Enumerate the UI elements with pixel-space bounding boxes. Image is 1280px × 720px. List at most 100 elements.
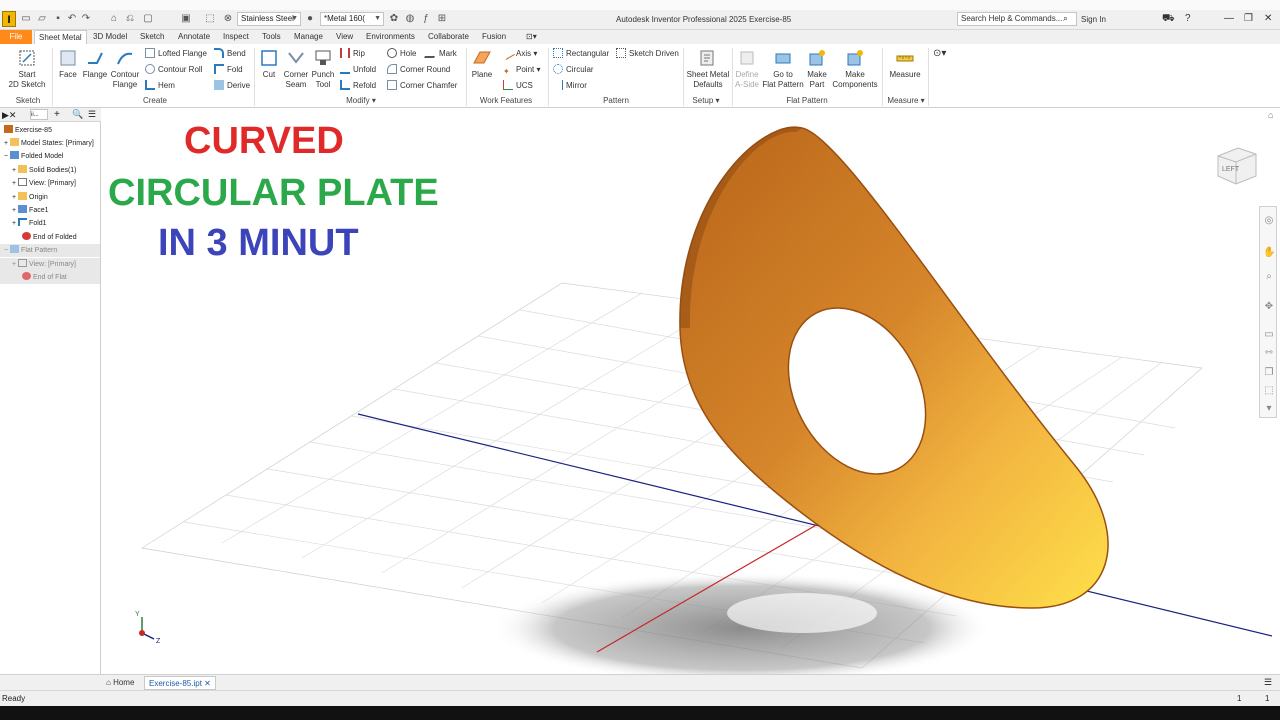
corner-seam-button[interactable]: Corner Seam bbox=[282, 48, 310, 90]
tree-item-exercise[interactable]: Exercise-85 bbox=[4, 125, 52, 137]
tree-item-folded-model[interactable]: − Folded Model bbox=[4, 151, 63, 163]
contour-roll-button[interactable]: Contour Roll bbox=[145, 64, 202, 76]
tab-manage[interactable]: Manage bbox=[290, 30, 327, 44]
tree-item-model-states[interactable]: + Model States: [Primary] bbox=[4, 138, 94, 150]
define-a-side-button[interactable]: Define A-Side bbox=[733, 48, 761, 90]
tab-annotate[interactable]: Annotate bbox=[174, 30, 214, 44]
new-file-icon[interactable]: ▭ bbox=[20, 13, 32, 25]
material-combo[interactable]: Stainless Steel ▼ bbox=[237, 12, 301, 26]
exercise-file-tab[interactable]: Exercise-85.ipt ✕ bbox=[144, 676, 216, 690]
axis-button[interactable]: Axis ▾ bbox=[501, 46, 537, 60]
tab-view[interactable]: View bbox=[332, 30, 357, 44]
unfold-button[interactable]: Unfold bbox=[340, 64, 376, 76]
pan-hand-icon[interactable]: ✋ bbox=[1263, 247, 1275, 259]
home-tab[interactable]: ⌂ Home bbox=[102, 676, 138, 690]
face-button[interactable]: Face bbox=[56, 48, 80, 80]
rip-button[interactable]: Rip bbox=[340, 48, 365, 60]
search-icon[interactable]: ⌕ bbox=[1063, 13, 1068, 24]
rectangular-pattern-button[interactable]: Rectangular bbox=[553, 48, 609, 60]
tree-item-flat-pattern[interactable]: − Flat Pattern bbox=[4, 245, 57, 257]
inventor-logo-icon[interactable]: I bbox=[2, 11, 16, 27]
appearance-ball-icon[interactable]: ● bbox=[304, 13, 316, 25]
help-icon[interactable]: ? bbox=[1185, 13, 1191, 24]
steering-wheel-icon[interactable]: ◎ bbox=[1263, 215, 1275, 227]
cut-button[interactable]: Cut bbox=[257, 48, 281, 80]
plane-button[interactable]: Plane bbox=[470, 48, 494, 80]
tab-collaborate[interactable]: Collaborate bbox=[424, 30, 473, 44]
sketch-icon[interactable]: ▢ bbox=[142, 13, 154, 25]
contour-flange-button[interactable]: Contour Flange bbox=[109, 48, 141, 90]
bend-button[interactable]: Bend bbox=[214, 48, 246, 60]
mark-button[interactable]: Mark bbox=[424, 48, 457, 60]
sketch-driven-pattern-button[interactable]: Sketch Driven bbox=[616, 48, 679, 60]
refold-button[interactable]: Refold bbox=[340, 80, 376, 92]
view-face-icon[interactable]: ❐ bbox=[1263, 367, 1275, 379]
search-icon[interactable]: 🔍 bbox=[72, 109, 83, 120]
circular-pattern-button[interactable]: Circular bbox=[553, 64, 594, 76]
lofted-flange-button[interactable]: Lofted Flange bbox=[145, 48, 207, 60]
return-icon[interactable]: ⎌ bbox=[124, 13, 136, 25]
cancel-icon[interactable]: ⊗ bbox=[222, 13, 234, 25]
update-icon[interactable]: ▣ bbox=[180, 13, 192, 25]
undo-icon[interactable]: ↶ bbox=[66, 13, 78, 25]
graphics-viewport[interactable]: CURVED CIRCULAR PLATE IN 3 MINUT LEFT ⌂ … bbox=[102, 108, 1280, 674]
quick-access-more-icon[interactable]: ⊞ bbox=[436, 13, 448, 25]
clear-appearance-icon[interactable]: ◍ bbox=[404, 13, 416, 25]
save-icon[interactable]: ▪ bbox=[52, 13, 64, 25]
punch-tool-button[interactable]: Punch Tool bbox=[310, 48, 336, 90]
group-label-modify[interactable]: Modify ▾ bbox=[336, 96, 386, 105]
tree-item-fold1[interactable]: + Fold1 bbox=[12, 218, 47, 230]
tab-tools[interactable]: Tools bbox=[258, 30, 285, 44]
ucs-button[interactable]: UCS bbox=[503, 80, 533, 92]
point-button[interactable]: ✦ Point ▾ bbox=[503, 64, 540, 76]
hamburger-menu-icon[interactable]: ☰ bbox=[88, 109, 96, 120]
tree-item-view[interactable]: + View: [Primary] bbox=[12, 178, 76, 190]
tab-3d-model[interactable]: 3D Model bbox=[89, 30, 131, 44]
corner-chamfer-button[interactable]: Corner Chamfer bbox=[387, 80, 457, 92]
tree-item-solid-bodies[interactable]: + Solid Bodies(1) bbox=[12, 165, 77, 177]
cart-icon[interactable]: ⛟ bbox=[1162, 13, 1175, 26]
mirror-button[interactable]: Mirror bbox=[553, 80, 587, 92]
group-label-setup[interactable]: Setup ▾ bbox=[688, 96, 724, 105]
make-components-button[interactable]: Make Components bbox=[831, 48, 879, 90]
tree-item-end-of-folded[interactable]: End of Folded bbox=[22, 232, 77, 244]
tab-environments[interactable]: Environments bbox=[362, 30, 419, 44]
select-icon[interactable]: ⬚ bbox=[204, 13, 216, 25]
zoom-icon[interactable]: ⌕ bbox=[1263, 271, 1275, 283]
measure-button[interactable]: Measure bbox=[886, 48, 924, 80]
minimize-icon[interactable]: — bbox=[1224, 13, 1234, 24]
add-icon[interactable]: + bbox=[54, 109, 60, 120]
tab-menu-icon[interactable]: ☰ bbox=[1264, 677, 1272, 688]
hem-button[interactable]: Hem bbox=[145, 80, 175, 92]
tab-close-icon[interactable]: ✕ bbox=[204, 679, 211, 688]
sign-in-link[interactable]: Sign In bbox=[1081, 15, 1106, 24]
viewcube[interactable]: LEFT bbox=[1214, 142, 1260, 188]
browser-dropdown[interactable]: ii... bbox=[30, 109, 48, 120]
make-part-button[interactable]: Make Part bbox=[805, 48, 829, 90]
nav-more-icon[interactable]: ▾ bbox=[1263, 403, 1275, 415]
home-view-icon[interactable]: ⌂ bbox=[1268, 110, 1273, 120]
flange-button[interactable]: Flange bbox=[82, 48, 108, 80]
fold-button[interactable]: Fold bbox=[214, 64, 243, 76]
tree-item-flat-view[interactable]: + View: [Primary] bbox=[12, 259, 76, 271]
tab-inspect[interactable]: Inspect bbox=[219, 30, 253, 44]
start-2d-sketch-button[interactable]: Start 2D Sketch bbox=[6, 48, 48, 90]
zoom-all-icon[interactable]: ⇿ bbox=[1263, 347, 1275, 359]
tab-sketch[interactable]: Sketch bbox=[136, 30, 168, 44]
close-icon[interactable]: ✕ bbox=[1264, 13, 1272, 24]
browser-close-icon[interactable]: ▶✕ bbox=[2, 110, 16, 121]
tree-item-face1[interactable]: + Face1 bbox=[12, 205, 49, 217]
home-icon[interactable]: ⌂ bbox=[108, 13, 120, 25]
tree-item-end-of-flat[interactable]: End of Flat bbox=[22, 272, 67, 284]
maximize-icon[interactable]: ❐ bbox=[1244, 13, 1253, 24]
group-label-measure[interactable]: Measure ▾ bbox=[884, 96, 928, 105]
hole-button[interactable]: Hole bbox=[387, 48, 416, 60]
corner-round-button[interactable]: Corner Round bbox=[387, 64, 450, 76]
go-to-flat-pattern-button[interactable]: Go to Flat Pattern bbox=[762, 48, 804, 90]
ribbon-options-icon[interactable]: ⊡▾ bbox=[522, 30, 541, 44]
tree-item-origin[interactable]: + Origin bbox=[12, 192, 48, 204]
sheet-metal-defaults-button[interactable]: Sheet Metal Defaults bbox=[685, 48, 731, 90]
look-at-icon[interactable]: ▭ bbox=[1263, 329, 1275, 341]
tab-file[interactable]: File bbox=[0, 30, 32, 44]
search-input[interactable]: Search Help & Commands... bbox=[957, 12, 1077, 26]
